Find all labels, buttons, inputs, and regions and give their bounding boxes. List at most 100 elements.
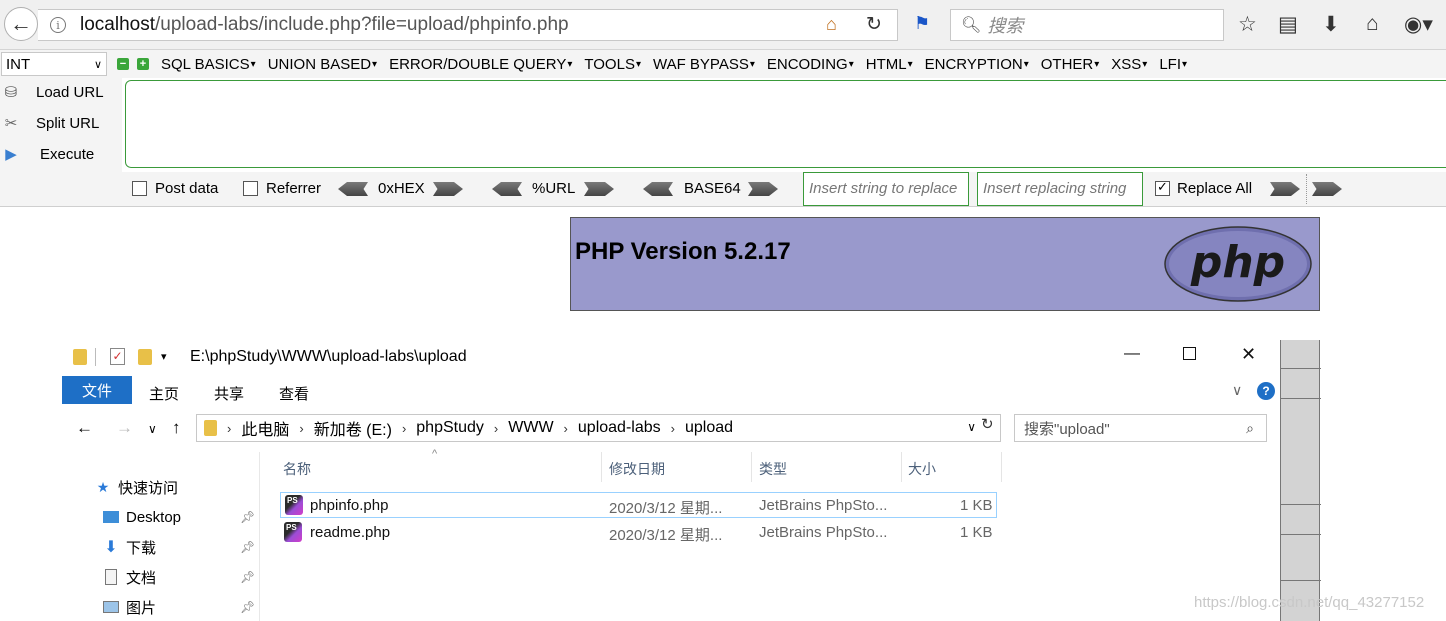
back-arrow-icon[interactable]: ←	[76, 418, 93, 438]
new-folder-icon[interactable]	[138, 349, 152, 365]
nav-item-downloads[interactable]: ⬇ 下载	[102, 536, 156, 558]
split-url-button[interactable]: ✂ Split URL	[0, 109, 122, 137]
pin-icon[interactable]: 📌︎	[240, 600, 255, 614]
menu-lfi[interactable]: LFI	[1159, 56, 1187, 73]
ribbon-tab-share[interactable]: 共享	[214, 383, 244, 404]
column-header-type[interactable]: 类型	[759, 459, 787, 479]
help-icon[interactable]: ?	[1257, 382, 1275, 400]
search-icon: ⌕	[1246, 420, 1254, 436]
menu-sql-basics[interactable]: SQL BASICS	[161, 56, 256, 73]
execute-label: Execute	[40, 145, 95, 163]
menu-error-double-query[interactable]: ERROR/DOUBLE QUERY	[389, 56, 572, 73]
column-header-name[interactable]: 名称	[283, 459, 311, 479]
browser-search-placeholder: 搜索	[987, 16, 1024, 36]
folder-search-input[interactable]: 搜索"upload" ⌕	[1014, 414, 1267, 442]
pin-icon[interactable]: 📌︎	[240, 540, 255, 554]
breadcrumb-this-pc[interactable]: 此电脑	[241, 416, 289, 440]
base64-encode-arrow-icon[interactable]	[748, 182, 778, 196]
reload-icon[interactable]: ↻	[866, 13, 882, 36]
menu-xss[interactable]: XSS	[1111, 56, 1147, 73]
column-header-size[interactable]: 大小	[908, 459, 936, 479]
breadcrumb-phpstudy[interactable]: phpStudy	[416, 419, 484, 437]
nav-item-desktop[interactable]: Desktop	[102, 506, 181, 528]
load-url-label: Load URL	[36, 83, 104, 101]
ribbon-tab-file[interactable]: 文件	[62, 376, 132, 404]
house-icon[interactable]: ⌂	[826, 14, 837, 35]
bookmark-star-icon[interactable]: ☆	[1238, 12, 1257, 37]
refresh-icon[interactable]: ↻	[981, 415, 994, 433]
breadcrumb-upload-labs[interactable]: upload-labs	[578, 419, 661, 437]
nav-item-pictures[interactable]: 图片	[102, 596, 156, 618]
column-divider[interactable]	[901, 452, 902, 482]
properties-check-icon[interactable]: ✓	[110, 348, 125, 365]
ribbon-tab-view[interactable]: 查看	[279, 383, 309, 404]
menu-other[interactable]: OTHER	[1041, 56, 1100, 73]
breadcrumb-www[interactable]: WWW	[508, 419, 553, 437]
menu-tools[interactable]: TOOLS	[584, 56, 641, 73]
hackbar-url-textarea[interactable]	[125, 80, 1446, 168]
desktop-icon	[102, 508, 120, 526]
home-icon[interactable]: ⌂	[1366, 12, 1379, 36]
pin-icon[interactable]: 📌︎	[240, 510, 255, 524]
replacing-string-input[interactable]: Insert replacing string	[977, 172, 1143, 206]
url-decode-arrow-icon[interactable]	[492, 182, 522, 196]
chevron-right-icon: ›	[563, 420, 568, 436]
forward-arrow-icon[interactable]: →	[116, 418, 133, 438]
column-divider[interactable]	[751, 452, 752, 482]
referrer-checkbox[interactable]	[243, 181, 258, 196]
address-bar[interactable]: › 此电脑 › 新加卷 (E:) › phpStudy › WWW › uplo…	[196, 414, 1001, 442]
ribbon-expand-chevron-icon[interactable]: ∨	[1232, 382, 1242, 399]
url-host: localhost	[80, 14, 155, 35]
column-divider[interactable]	[601, 452, 602, 482]
hex-encode-arrow-icon[interactable]	[433, 182, 463, 196]
address-dropdown-icon[interactable]: ∨	[967, 420, 976, 434]
file-explorer-window: ✓ ▾ E:\phpStudy\WWW\upload-labs\upload —…	[62, 340, 1280, 621]
plus-icon[interactable]: +	[137, 58, 149, 70]
close-icon[interactable]: ✕	[1241, 344, 1256, 365]
browser-search-input[interactable]: 🔍︎ 搜索	[950, 9, 1224, 41]
execute-button[interactable]: ▶ Execute	[0, 140, 122, 168]
replace-arrow-icon[interactable]	[1270, 182, 1300, 196]
file-row[interactable]: PS phpinfo.php 2020/3/12 星期... JetBrains…	[280, 492, 997, 518]
hex-decode-arrow-icon[interactable]	[338, 182, 368, 196]
breadcrumb-drive-e[interactable]: 新加卷 (E:)	[314, 416, 392, 440]
file-size: 1 KB	[960, 524, 993, 541]
column-divider[interactable]	[1001, 452, 1002, 482]
menu-html[interactable]: HTML	[866, 56, 913, 73]
post-data-checkbox[interactable]	[132, 181, 147, 196]
account-icon[interactable]: ◉▾	[1404, 12, 1433, 37]
flag-icon[interactable]: ⚑	[914, 13, 930, 34]
minimize-icon[interactable]: —	[1124, 345, 1140, 363]
replace-all-checkbox[interactable]: ✓	[1155, 179, 1170, 196]
url-field[interactable]: i localhost/upload-labs/include.php?file…	[38, 9, 898, 41]
maximize-icon[interactable]	[1183, 347, 1196, 360]
back-button[interactable]: ←	[4, 7, 38, 41]
recent-locations-chevron-icon[interactable]: ∨	[148, 422, 157, 436]
ribbon-tab-home[interactable]: 主页	[149, 383, 179, 404]
up-arrow-icon[interactable]: ↑	[172, 418, 181, 438]
url-encode-arrow-icon[interactable]	[584, 182, 614, 196]
load-url-button[interactable]: ⛁ Load URL	[0, 78, 122, 106]
menu-encoding[interactable]: ENCODING	[767, 56, 854, 73]
info-icon[interactable]: i	[50, 17, 66, 33]
replace-all-arrow-icon[interactable]	[1312, 182, 1342, 196]
breadcrumb-upload[interactable]: upload	[685, 419, 733, 437]
check-icon: ✓	[1157, 179, 1168, 194]
menu-union-based[interactable]: UNION BASED	[268, 56, 377, 73]
quick-access-dropdown-icon[interactable]: ▾	[161, 350, 167, 363]
pin-icon[interactable]: 📌︎	[240, 570, 255, 584]
download-icon[interactable]: ⬇	[1322, 12, 1340, 37]
file-type: JetBrains PhpSto...	[759, 524, 888, 541]
nav-quick-access[interactable]: ★ 快速访问	[94, 476, 178, 498]
column-header-modified[interactable]: 修改日期	[609, 459, 665, 479]
int-select[interactable]: INT ∨	[1, 52, 107, 76]
minus-icon[interactable]: −	[117, 58, 129, 70]
nav-item-documents[interactable]: 文档	[102, 566, 156, 588]
replace-string-input[interactable]: Insert string to replace	[803, 172, 969, 206]
menu-waf-bypass[interactable]: WAF BYPASS	[653, 56, 755, 73]
reading-list-icon[interactable]: ▤	[1278, 12, 1298, 37]
folder-icon	[73, 349, 87, 365]
menu-encryption[interactable]: ENCRYPTION	[925, 56, 1029, 73]
base64-decode-arrow-icon[interactable]	[643, 182, 673, 196]
file-row[interactable]: PS readme.php 2020/3/12 星期... JetBrains …	[280, 520, 997, 546]
